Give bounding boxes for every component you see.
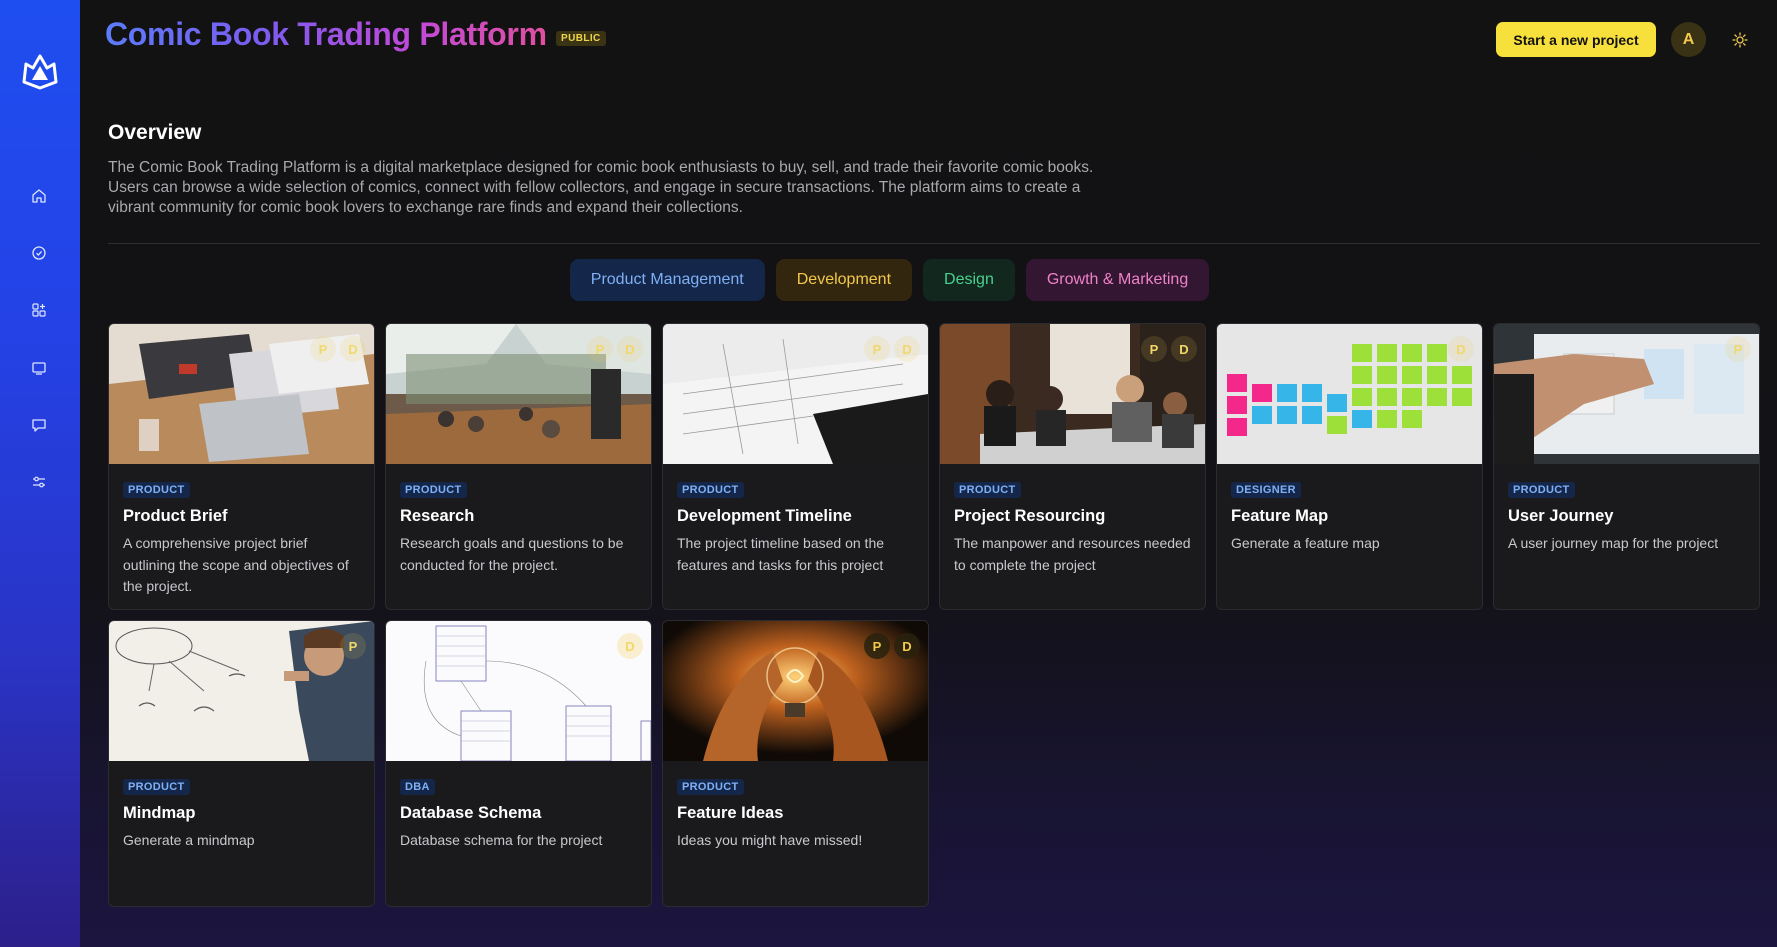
sliders-icon[interactable] [29, 472, 49, 492]
role-badge-p: P [1141, 336, 1167, 362]
card-tag: PRODUCT [954, 482, 1021, 498]
card-description: A comprehensive project brief outlining … [123, 535, 349, 594]
chat-icon[interactable] [29, 415, 49, 435]
card-image-sticky-notes: D [1217, 324, 1482, 464]
card-image-schema-diagram: D [386, 621, 651, 761]
card-database-schema[interactable]: D DBA Database Schema Database schema fo… [385, 620, 652, 907]
card-feature-ideas[interactable]: P D PRODUCT Feature Ideas Ideas you migh… [662, 620, 929, 907]
card-image-whiteboard-hand: P [1494, 324, 1759, 464]
role-badges: D [1448, 336, 1474, 362]
role-badge-p: P [864, 633, 890, 659]
role-badges: P [1725, 336, 1751, 362]
card-image-lightbulb: P D [663, 621, 928, 761]
card-title: Product Brief [123, 507, 228, 525]
card-title: Feature Map [1231, 507, 1329, 525]
card-tag: PRODUCT [677, 779, 744, 795]
filter-growth-marketing[interactable]: Growth & Marketing [1025, 259, 1210, 301]
role-badge-p: P [340, 633, 366, 659]
filter-development[interactable]: Development [775, 259, 913, 301]
role-badges: P D [310, 336, 366, 362]
card-product-brief[interactable]: P D PRODUCT Product Brief A comprehensiv… [108, 323, 375, 610]
role-badge-d: D [894, 336, 920, 362]
card-image-office: P D [386, 324, 651, 464]
role-badges: P D [864, 336, 920, 362]
role-badge-d: D [340, 336, 366, 362]
card-image-meeting: P D [940, 324, 1205, 464]
card-description: The manpower and resources needed to com… [954, 535, 1191, 573]
overview-heading: Overview [108, 121, 202, 144]
monitor-icon[interactable] [29, 358, 49, 378]
card-title: Project Resourcing [954, 507, 1106, 525]
role-badge-p: P [864, 336, 890, 362]
section-divider [108, 243, 1760, 244]
app-logo-icon[interactable] [20, 52, 60, 92]
apps-icon[interactable] [29, 300, 49, 320]
card-image-planner: P D [663, 324, 928, 464]
home-icon[interactable] [29, 186, 49, 206]
role-badge-d: D [1448, 336, 1474, 362]
filter-design[interactable]: Design [923, 259, 1015, 301]
role-badges: P D [864, 633, 920, 659]
card-description: Database schema for the project [400, 832, 603, 848]
card-feature-map[interactable]: D DESIGNER Feature Map Generate a featur… [1216, 323, 1483, 610]
card-title: Database Schema [400, 804, 542, 822]
role-badge-d: D [894, 633, 920, 659]
card-tag: PRODUCT [400, 482, 467, 498]
start-new-project-button[interactable]: Start a new project [1496, 22, 1656, 57]
card-tag: DESIGNER [1231, 482, 1301, 498]
card-title: Mindmap [123, 804, 196, 822]
category-filter-bar: Product Management Development Design Gr… [0, 259, 1777, 301]
role-badges: P D [1141, 336, 1197, 362]
visibility-badge: PUBLIC [556, 31, 606, 46]
card-user-journey[interactable]: P PRODUCT User Journey A user journey ma… [1493, 323, 1760, 610]
sidebar [0, 0, 80, 947]
role-badge-p: P [310, 336, 336, 362]
card-description: Generate a feature map [1231, 535, 1380, 551]
card-title: User Journey [1508, 507, 1614, 525]
card-research[interactable]: P D PRODUCT Research Research goals and … [385, 323, 652, 610]
card-tag: DBA [400, 779, 435, 795]
page-title: Comic Book Trading Platform [105, 16, 547, 52]
role-badges: P [340, 633, 366, 659]
card-title: Feature Ideas [677, 804, 784, 822]
role-badge-d: D [617, 633, 643, 659]
role-badges: P D [587, 336, 643, 362]
card-tag: PRODUCT [123, 779, 190, 795]
card-mindmap[interactable]: P PRODUCT Mindmap Generate a mindmap [108, 620, 375, 907]
filter-product-management[interactable]: Product Management [569, 259, 765, 301]
role-badge-p: P [587, 336, 613, 362]
card-project-resourcing[interactable]: P D PRODUCT Project Resourcing The manpo… [939, 323, 1206, 610]
card-tag: PRODUCT [677, 482, 744, 498]
card-description: A user journey map for the project [1508, 535, 1719, 551]
card-description: Research goals and questions to be condu… [400, 535, 624, 573]
role-badge-d: D [617, 336, 643, 362]
card-development-timeline[interactable]: P D PRODUCT Development Timeline The pro… [662, 323, 929, 610]
role-badge-p: P [1725, 336, 1751, 362]
card-title: Research [400, 507, 475, 525]
card-description: Ideas you might have missed! [677, 832, 863, 848]
role-badges: D [617, 633, 643, 659]
role-badge-d: D [1171, 336, 1197, 362]
card-tag: PRODUCT [123, 482, 190, 498]
overview-description: The Comic Book Trading Platform is a dig… [108, 159, 1094, 216]
card-image-whiteboard-sketch: P [109, 621, 374, 761]
card-description: The project timeline based on the featur… [677, 535, 885, 573]
user-avatar[interactable]: A [1671, 22, 1706, 57]
card-title: Development Timeline [677, 507, 852, 525]
card-tag: PRODUCT [1508, 482, 1575, 498]
card-image-desk: P D [109, 324, 374, 464]
sun-icon[interactable] [1730, 30, 1750, 50]
card-description: Generate a mindmap [123, 832, 255, 848]
